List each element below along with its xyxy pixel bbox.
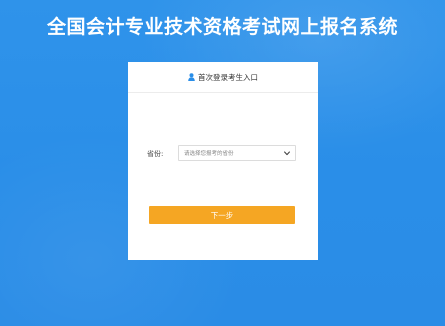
page-title: 全国会计专业技术资格考试网上报名系统 (46, 16, 398, 38)
next-button[interactable]: 下一步 (149, 206, 295, 224)
card-heading: 首次登录考生入口 (198, 72, 258, 82)
province-select[interactable]: 请选择您报考的省份 (178, 145, 296, 161)
card-header: 首次登录考生入口 (128, 62, 318, 93)
chevron-down-icon (284, 151, 290, 156)
province-label: 省份: (147, 150, 164, 158)
user-icon (188, 73, 195, 81)
province-select-value: 请选择您报考的省份 (184, 151, 234, 157)
province-row: 省份: 请选择您报考的省份 (128, 145, 318, 163)
login-card: 首次登录考生入口 省份: 请选择您报考的省份 下一步 (128, 62, 318, 260)
